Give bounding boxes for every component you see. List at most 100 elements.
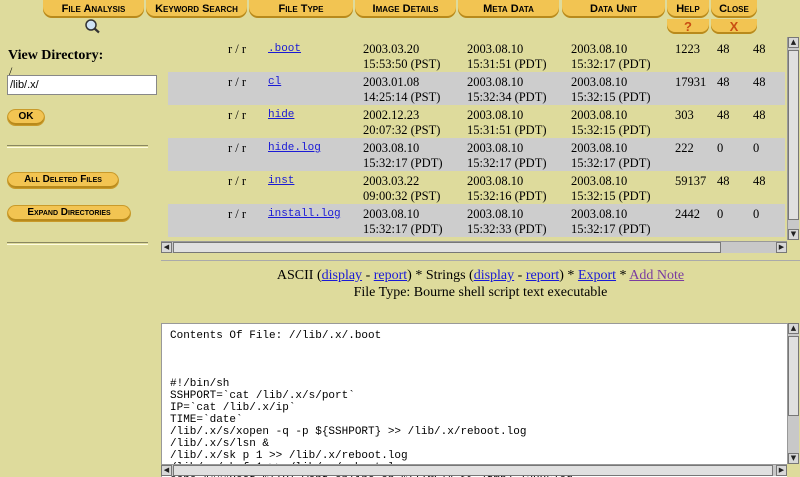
- size-cell: 2442: [675, 204, 717, 237]
- file-type-text: File Type: Bourne shell script text exec…: [353, 285, 608, 300]
- changed-time: 15:32:17 (PDT): [571, 222, 651, 236]
- scroll-right-icon[interactable]: ▶: [776, 465, 787, 476]
- file-name-link[interactable]: install.log: [268, 208, 341, 220]
- file-info-panel: ASCII (display - report) * Strings (disp…: [161, 260, 800, 322]
- scroll-left-icon[interactable]: ◀: [161, 242, 172, 253]
- search-icon[interactable]: [83, 18, 103, 34]
- written-cell: 2003.03.20 15:53:50 (PST): [363, 39, 467, 72]
- ascii-display-link[interactable]: display: [322, 268, 362, 283]
- accessed-cell: 2003.08.10 15:32:16 (PDT): [467, 171, 571, 204]
- row-spacer: [161, 171, 168, 204]
- scroll-thumb[interactable]: [788, 50, 799, 220]
- divider: [7, 145, 148, 148]
- changed-time: 15:32:15 (PDT): [571, 123, 651, 137]
- changed-time: 15:32:17 (PDT): [571, 156, 651, 170]
- left-panel: View Directory: / /lib/.x/ OK All Delete…: [0, 37, 160, 477]
- directory-input[interactable]: /lib/.x/: [7, 75, 157, 95]
- changed-date: 2003.08.10: [571, 75, 628, 89]
- uid-cell: 48: [717, 72, 753, 105]
- accessed-date: 2003.08.10: [467, 42, 524, 56]
- accessed-date: 2003.08.10: [467, 108, 524, 122]
- uid-cell: 48: [717, 174, 730, 188]
- accessed-date: 2003.08.10: [467, 174, 524, 188]
- scroll-down-icon[interactable]: ▼: [788, 229, 799, 240]
- file-name-cell: .boot: [268, 39, 363, 72]
- tab-data-unit[interactable]: Data Unit: [562, 0, 665, 18]
- changed-time: 15:32:17 (PDT): [571, 57, 651, 71]
- changed-cell: 2003.08.10 15:32:17 (PDT): [571, 39, 675, 72]
- table-row: r / r hide.log 2003.08.10 15:32:17 (PDT) 200…: [161, 138, 785, 171]
- gid-cell: 48: [753, 72, 785, 105]
- accessed-time: 15:31:51 (PDT): [467, 123, 547, 137]
- ok-button[interactable]: OK: [8, 110, 44, 125]
- written-cell: 2002.12.23 20:07:32 (PST): [363, 105, 467, 138]
- ascii-report-link[interactable]: report: [374, 268, 407, 283]
- expand-directories-button[interactable]: Expand Directories: [8, 206, 130, 221]
- file-name-link[interactable]: cl: [268, 76, 281, 88]
- export-link[interactable]: Export: [578, 268, 616, 283]
- table-row: r / r inst 2003.03.22 09:00:32 (PST) 2003.08…: [161, 171, 785, 204]
- file-name-link[interactable]: inst: [268, 175, 294, 187]
- written-date: 2003.01.08: [363, 75, 420, 89]
- tab-keyword-search[interactable]: Keyword Search: [146, 0, 247, 18]
- tab-file-analysis[interactable]: File Analysis: [43, 0, 144, 18]
- written-cell: 2003.01.08 14:25:14 (PST): [363, 72, 467, 105]
- file-list-horizontal-scrollbar[interactable]: ◀ ▶: [161, 241, 787, 253]
- scroll-right-icon[interactable]: ▶: [776, 242, 787, 253]
- add-note-link[interactable]: Add Note: [629, 268, 684, 283]
- written-cell: 2003.08.10 15:32:17 (PDT): [363, 204, 467, 237]
- written-time: 20:07:32 (PST): [363, 123, 441, 137]
- tab-help[interactable]: Help: [667, 0, 709, 18]
- changed-cell: 2003.08.10 15:32:15 (PDT): [571, 105, 675, 138]
- tab-image-details[interactable]: Image Details: [355, 0, 456, 18]
- file-type-cell: r / r: [168, 72, 268, 105]
- written-cell: 2003.08.10 15:32:17 (PDT): [363, 138, 467, 171]
- scroll-left-icon[interactable]: ◀: [161, 465, 172, 476]
- scroll-thumb[interactable]: [788, 336, 799, 416]
- written-date: 2003.03.20: [363, 42, 420, 56]
- row-spacer: [161, 138, 168, 171]
- scroll-thumb[interactable]: [173, 465, 773, 476]
- accessed-date: 2003.08.10: [467, 75, 524, 89]
- accessed-cell: 2003.08.10 15:32:33 (PDT): [467, 204, 571, 237]
- gid-cell: 0: [753, 138, 785, 171]
- scroll-up-icon[interactable]: ▲: [788, 323, 799, 334]
- changed-date: 2003.08.10: [571, 108, 628, 122]
- file-list-vertical-scrollbar[interactable]: ▲ ▼: [787, 37, 799, 240]
- file-name-link[interactable]: .boot: [268, 43, 301, 55]
- scroll-up-icon[interactable]: ▲: [788, 37, 799, 48]
- row-spacer: [161, 204, 168, 237]
- file-list-panel: r / r .boot 2003.03.20 15:53:50 (PST) 2003.0…: [161, 37, 800, 255]
- written-date: 2003.08.10: [363, 207, 420, 221]
- accessed-time: 15:32:34 (PDT): [467, 90, 547, 104]
- scroll-down-icon[interactable]: ▼: [788, 453, 799, 464]
- written-date: 2002.12.23: [363, 108, 420, 122]
- file-contents-panel: Contents Of File: //lib/.x/.boot #!/bin/…: [161, 323, 787, 477]
- size-cell: 222: [675, 138, 717, 171]
- tab-file-type[interactable]: File Type: [249, 0, 353, 18]
- uid-cell: 48: [717, 42, 730, 56]
- accessed-cell: 2003.08.10 15:31:51 (PDT): [467, 105, 571, 138]
- written-time: 15:32:17 (PDT): [363, 156, 443, 170]
- uid-cell: 0: [717, 138, 753, 171]
- close-icon[interactable]: X: [711, 19, 757, 34]
- size-cell: 59137: [675, 174, 707, 188]
- tab-close[interactable]: Close: [711, 0, 757, 18]
- file-name-cell: hide: [268, 105, 363, 138]
- file-name-link[interactable]: hide: [268, 109, 294, 121]
- scroll-thumb[interactable]: [173, 242, 721, 253]
- all-deleted-files-button[interactable]: All Deleted Files: [8, 173, 118, 188]
- file-name-link[interactable]: hide.log: [268, 142, 321, 154]
- tab-meta-data[interactable]: Meta Data: [458, 0, 559, 18]
- strings-display-link[interactable]: display: [474, 268, 514, 283]
- file-name-cell: inst: [268, 171, 363, 204]
- size-cell: 1223: [675, 42, 700, 56]
- accessed-cell: 2003.08.10 15:32:17 (PDT): [467, 138, 571, 171]
- strings-report-link[interactable]: report: [526, 268, 559, 283]
- gid-cell: 48: [753, 108, 766, 122]
- row-spacer: [161, 39, 168, 72]
- contents-horizontal-scrollbar[interactable]: ◀ ▶: [161, 464, 787, 476]
- contents-vertical-scrollbar[interactable]: ▲ ▼: [787, 323, 799, 464]
- help-icon[interactable]: ?: [667, 19, 709, 34]
- view-options: ASCII (display - report) * Strings (disp…: [276, 268, 685, 283]
